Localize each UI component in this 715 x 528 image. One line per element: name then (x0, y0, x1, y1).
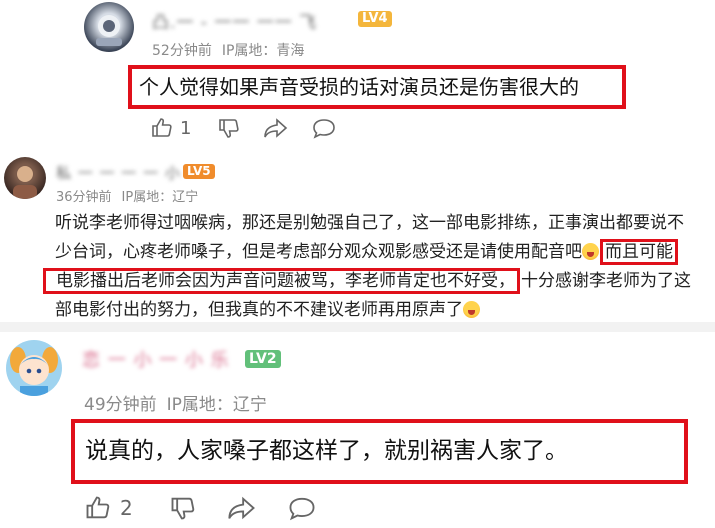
comment-meta: 52分钟前 IP属地：青海 (152, 40, 304, 60)
text-line: 电影播出后老师会因为声音问题被骂，李老师肯定也不好受， 十分感谢李老师为了这 (42, 267, 715, 296)
comment-3: 恋 一 小 一 小 乐 LV2 49分钟前 IP属地：辽宁 说真的，人家嗓子都这样… (0, 332, 715, 528)
crying-emoji-icon (463, 301, 480, 318)
comment-text: 说真的，人家嗓子都这样了，就别祸害人家了。 (71, 419, 688, 484)
timestamp: 36分钟前 (56, 190, 112, 205)
ip-location: IP属地：辽宁 (166, 395, 267, 415)
divider (0, 322, 715, 332)
highlight-box: 而且可能 (600, 239, 678, 265)
action-bar: 2 (84, 494, 317, 522)
text-line: 听说李老师得过咽喉病，那还是别勉强自己了，这一部电影排练，正事演出都要说不 (55, 213, 684, 233)
like-button[interactable]: 1 (150, 116, 191, 140)
reply-button[interactable] (287, 494, 317, 522)
level-badge: LV2 (245, 350, 281, 368)
thumb-down-icon (219, 119, 240, 138)
ip-location: IP属地：辽宁 (121, 190, 199, 205)
avatar-icon (13, 166, 37, 199)
avatar[interactable] (6, 340, 62, 396)
username[interactable]: 恋 一 小 一 小 乐 (82, 346, 230, 372)
text-line: 部电影付出的努力，但我真的不不建议老师再用原声了 (55, 296, 715, 325)
comment-text: 听说李老师得过咽喉病，那还是别勉强自己了，这一部电影排练，正事演出都要说不 少台… (43, 209, 715, 325)
thumb-up-icon (86, 496, 110, 519)
timestamp: 49分钟前 (84, 395, 157, 415)
reply-button[interactable] (311, 116, 337, 140)
like-count: 1 (180, 117, 192, 139)
level-badge: LV5 (183, 164, 215, 179)
crying-emoji-icon (582, 243, 599, 260)
thumb-down-icon (171, 497, 194, 520)
like-count: 2 (120, 496, 133, 520)
avatar[interactable] (84, 2, 134, 52)
comment-text-content: 说真的，人家嗓子都这样了，就别祸害人家了。 (85, 438, 568, 464)
comment-text-content: 个人觉得如果声音受损的话对演员还是伤害很大的 (139, 75, 579, 99)
avatar[interactable] (4, 157, 46, 199)
like-button[interactable]: 2 (84, 494, 133, 522)
highlight-box: 电影播出后老师会因为声音问题被骂，李老师肯定也不好受， (43, 268, 520, 294)
share-icon (228, 496, 255, 520)
dislike-button[interactable] (169, 494, 197, 522)
comment-1: 凸.一 - 一一 一一 飞 LV4 52分钟前 IP属地：青海 个人觉得如果声音受… (0, 0, 715, 150)
avatar-icon (10, 347, 58, 396)
ip-location: IP属地：青海 (221, 43, 305, 59)
text-line: 少台词，心疼老师嗓子，但是考虑部分观众观影感受还是请使用配音吧 而且可能 (55, 238, 715, 267)
comment-2: 私 一 一 一 一 小 LV5 36分钟前 IP属地：辽宁 听说李老师得过咽喉病，… (0, 150, 715, 330)
avatar-icon (96, 15, 122, 46)
share-icon (264, 118, 288, 138)
comment-meta: 36分钟前 IP属地：辽宁 (56, 186, 198, 205)
comment-text: 个人觉得如果声音受损的话对演员还是伤害很大的 (128, 65, 626, 109)
username[interactable]: 凸.一 - 一一 一一 飞 (152, 8, 317, 33)
timestamp: 52分钟前 (152, 43, 212, 59)
dislike-button[interactable] (217, 116, 241, 140)
thumb-up-icon (152, 118, 172, 137)
share-button[interactable] (263, 116, 289, 140)
username[interactable]: 私 一 一 一 一 小 (56, 162, 181, 183)
level-badge: LV4 (358, 11, 392, 27)
comment-icon (313, 119, 336, 139)
action-bar: 1 (150, 116, 337, 140)
comment-icon (289, 497, 315, 521)
comment-meta: 49分钟前 IP属地：辽宁 (84, 390, 267, 415)
share-button[interactable] (227, 494, 257, 522)
